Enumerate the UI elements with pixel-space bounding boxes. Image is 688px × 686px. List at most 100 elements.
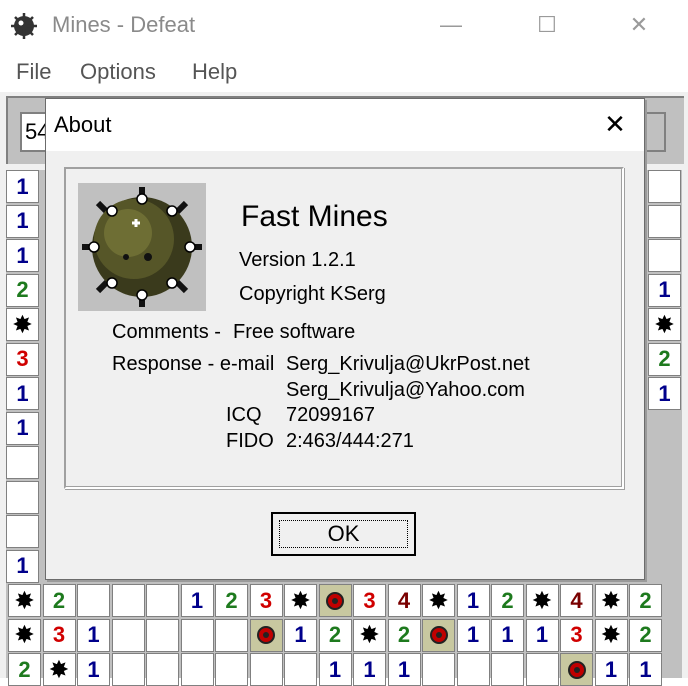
menu-file[interactable]: File — [16, 59, 51, 85]
number-cell[interactable]: 1 — [648, 273, 681, 307]
empty-cell[interactable] — [284, 653, 317, 686]
number-cell[interactable]: 2 — [215, 584, 248, 617]
number-cell[interactable]: 1 — [594, 653, 628, 686]
number-cell[interactable]: 1 — [456, 584, 490, 617]
empty-cell[interactable] — [111, 653, 145, 686]
empty-cell[interactable] — [146, 618, 179, 652]
number-cell[interactable]: 1 — [284, 618, 317, 652]
mine-cell[interactable]: ✸ — [594, 618, 628, 652]
empty-cell[interactable] — [111, 584, 145, 617]
empty-cell[interactable] — [6, 480, 39, 514]
empty-cell[interactable] — [215, 653, 248, 686]
comments-label: Comments - — [112, 321, 221, 343]
mine-cell[interactable]: ✸ — [42, 653, 76, 686]
empty-cell[interactable] — [77, 584, 110, 617]
empty-cell[interactable] — [111, 618, 145, 652]
mine-cell[interactable]: ✸ — [648, 308, 681, 341]
number-cell[interactable]: 1 — [491, 618, 524, 652]
mine-cell[interactable]: ✸ — [525, 584, 559, 617]
maximize-button[interactable]: ☐ — [524, 0, 570, 50]
mine-cell[interactable]: ✸ — [6, 308, 39, 341]
mine-icon: ✸ — [15, 587, 34, 613]
mine-icon: ✸ — [13, 311, 32, 337]
mine-cell[interactable]: ✸ — [8, 584, 41, 617]
number-cell[interactable]: 2 — [8, 653, 41, 686]
exploded-mine-cell[interactable] — [318, 584, 352, 617]
exploded-mine-cell[interactable] — [422, 618, 455, 652]
number-cell[interactable]: 1 — [456, 618, 490, 652]
number-cell[interactable]: 1 — [525, 618, 559, 652]
mine-icon: ✸ — [429, 587, 448, 613]
empty-cell[interactable] — [525, 653, 559, 686]
cell-value: 3 — [16, 346, 29, 371]
number-cell[interactable]: 2 — [629, 618, 662, 652]
number-cell[interactable]: 1 — [180, 584, 214, 617]
mine-cell[interactable]: ✸ — [284, 584, 317, 617]
number-cell[interactable]: 3 — [249, 584, 283, 617]
empty-cell[interactable] — [648, 170, 681, 203]
empty-cell[interactable] — [648, 239, 681, 272]
mine-icon: ✸ — [655, 311, 674, 337]
number-cell[interactable]: 3 — [560, 618, 593, 652]
cell-value: 2 — [397, 622, 411, 647]
number-cell[interactable]: 2 — [629, 584, 662, 617]
number-cell[interactable]: 1 — [629, 653, 662, 686]
empty-cell[interactable] — [146, 584, 179, 617]
number-cell[interactable]: 1 — [387, 653, 421, 686]
number-cell[interactable]: 4 — [560, 584, 593, 617]
exploded-mine-icon — [257, 626, 275, 644]
number-cell[interactable]: 2 — [42, 584, 76, 617]
number-cell[interactable]: 1 — [648, 377, 681, 410]
number-cell[interactable]: 1 — [6, 239, 39, 272]
empty-cell[interactable] — [6, 446, 39, 479]
menu-options[interactable]: Options — [80, 59, 156, 85]
number-cell[interactable]: 1 — [77, 653, 110, 686]
empty-cell[interactable] — [456, 653, 490, 686]
empty-cell[interactable] — [491, 653, 524, 686]
cell-value: 2 — [658, 346, 671, 371]
number-cell[interactable]: 2 — [491, 584, 524, 617]
close-button[interactable]: ✕ — [616, 0, 662, 50]
cell-value: 4 — [570, 587, 583, 613]
empty-cell[interactable] — [146, 653, 179, 686]
empty-cell[interactable] — [6, 515, 39, 548]
title-bar: Mines - Defeat — ☐ ✕ — [0, 0, 688, 50]
empty-cell[interactable] — [180, 618, 214, 652]
number-cell[interactable]: 3 — [6, 342, 39, 376]
empty-cell[interactable] — [215, 618, 248, 652]
empty-cell[interactable] — [422, 653, 455, 686]
cell-value: 1 — [16, 208, 29, 233]
about-close-icon[interactable]: ✕ — [600, 109, 630, 139]
number-cell[interactable]: 2 — [648, 342, 681, 376]
mine-cell[interactable]: ✸ — [422, 584, 455, 617]
empty-cell[interactable] — [249, 653, 283, 686]
minimize-button[interactable]: — — [428, 0, 474, 50]
number-cell[interactable]: 1 — [77, 618, 110, 652]
mine-cell[interactable]: ✸ — [8, 618, 41, 652]
fido-value: 2:463/444:271 — [286, 430, 414, 452]
mine-cell[interactable]: ✸ — [594, 584, 628, 617]
number-cell[interactable]: 1 — [353, 653, 386, 686]
number-cell[interactable]: 4 — [387, 584, 421, 617]
number-cell[interactable]: 1 — [6, 411, 39, 445]
exploded-mine-cell[interactable] — [249, 618, 283, 652]
number-cell[interactable]: 2 — [6, 273, 39, 307]
number-cell[interactable]: 2 — [318, 618, 352, 652]
number-cell[interactable]: 3 — [42, 618, 76, 652]
cell-value: 1 — [16, 242, 29, 268]
app-name: Fast Mines — [241, 200, 388, 233]
empty-cell[interactable] — [180, 653, 214, 686]
empty-cell[interactable] — [648, 204, 681, 238]
mine-cell[interactable]: ✸ — [353, 618, 386, 652]
number-cell[interactable]: 3 — [353, 584, 386, 617]
number-cell[interactable]: 1 — [6, 204, 39, 238]
number-cell[interactable]: 1 — [318, 653, 352, 686]
number-cell[interactable]: 2 — [387, 618, 421, 652]
ok-button[interactable]: OK — [271, 512, 416, 556]
number-cell[interactable]: 1 — [6, 549, 39, 583]
menu-help[interactable]: Help — [192, 59, 237, 85]
number-cell[interactable]: 1 — [6, 377, 39, 410]
exploded-mine-cell[interactable] — [560, 653, 593, 686]
number-cell[interactable]: 1 — [6, 170, 39, 203]
cell-value: 3 — [52, 622, 66, 647]
